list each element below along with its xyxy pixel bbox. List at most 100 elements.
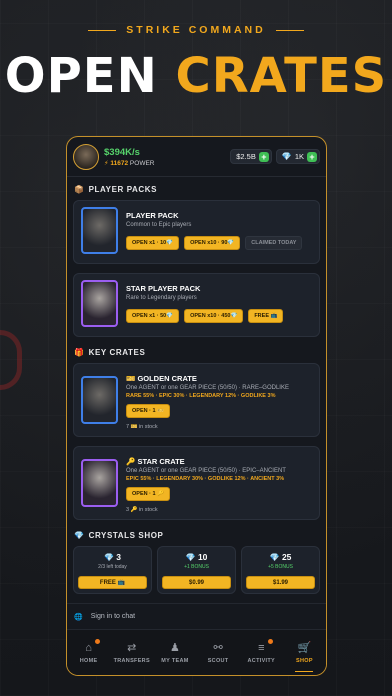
star-open-x10-button[interactable]: OPEN x10 · 450💎	[184, 309, 244, 323]
power-label: POWER	[129, 159, 155, 167]
star-pack-info: STAR PLAYER PACK Rare to Legendary playe…	[126, 280, 313, 330]
sign-in-chat-bar[interactable]: 🌐 Sign in to chat	[67, 603, 326, 629]
crystal-icon: 💎	[269, 553, 280, 562]
golden-crate-buttons: OPEN · 1 🎫	[126, 404, 313, 418]
ticket-icon: 🎫	[126, 374, 136, 383]
crystals-pill: 💎 1K +	[275, 149, 320, 164]
tab-activity[interactable]: ≡ ACTIVITY	[240, 630, 283, 675]
star-crate-buttons: OPEN · 1 🔑	[126, 487, 313, 501]
binoculars-icon: ⚯	[213, 641, 223, 654]
currency-group: $2.5B + 💎 1K +	[230, 149, 320, 164]
star-pack-desc: Rare to Legendary players	[126, 295, 197, 301]
promo-subtitle: STRIKE COMMAND	[0, 24, 392, 36]
subtitle-line-left	[88, 29, 117, 31]
open-x1-button[interactable]: OPEN x1 · 10💎	[126, 236, 180, 250]
star-crate-card: 🔑 STAR CRATE One AGENT or one GEAR PIECE…	[73, 446, 320, 520]
bottom-tab-bar: ⌂ HOME ⇄ TRANSFERS ♟ MY TEAM ⚯ SCOUT ≡ A…	[67, 629, 326, 675]
crystal-offer-bonus: +1 BONUS	[184, 564, 209, 570]
add-cash-button[interactable]: +	[258, 151, 269, 162]
crystals-shop-title: 💎 CRYSTALS SHOP	[74, 530, 164, 540]
tab-label: HOME	[79, 657, 98, 664]
crystal-icon: 💎	[281, 152, 292, 161]
crystal-offer-button[interactable]: $1.99	[246, 576, 315, 589]
cash-pill: $2.5B +	[230, 149, 272, 164]
crystal-offer-sub: 2/3 left today	[98, 564, 127, 570]
open-x10-button[interactable]: OPEN x10 · 90💎	[184, 236, 241, 250]
crystal-offer: 💎 3 2/3 left today FREE 📺	[73, 546, 152, 594]
headline-word-open: OPEN	[4, 48, 158, 104]
crystal-offer-amount: 💎 25	[269, 552, 292, 562]
golden-crate-stock: 7 🎫 in stock	[126, 424, 158, 430]
star-crate-title: 🔑 STAR CRATE	[126, 457, 185, 466]
star-pack-title: STAR PLAYER PACK	[126, 284, 201, 293]
open-star-crate-button[interactable]: OPEN · 1 🔑	[126, 487, 170, 501]
golden-crate-rates: RARE 55% · EPIC 30% · LEGENDARY 12% · GO…	[126, 393, 276, 399]
crystal-offer-bonus: +5 BONUS	[268, 564, 293, 570]
tab-scout[interactable]: ⚯ SCOUT	[197, 630, 240, 675]
package-icon: 📦	[74, 184, 85, 194]
star-pack-buttons: OPEN x1 · 50💎 OPEN x10 · 450💎 FREE 📺	[126, 309, 313, 323]
shop-content[interactable]: 📦 PLAYER PACKS PLAYER PACK Common to Epi…	[67, 177, 326, 629]
free-video-button[interactable]: FREE 📺	[248, 309, 284, 323]
star-crate-stock: 3 🔑 in stock	[126, 507, 158, 513]
phone-frame: $394K/s ⚡ 11672 POWER $2.5B + 💎 1K + 📦 P…	[66, 136, 327, 676]
crystal-offer: 💎 10 +1 BONUS $0.99	[157, 546, 236, 594]
crystal-icon: 💎	[185, 553, 196, 562]
golden-crate-thumbnail	[81, 376, 118, 424]
tab-label: MY TEAM	[161, 657, 189, 664]
tab-my-team[interactable]: ♟ MY TEAM	[153, 630, 196, 675]
avatar[interactable]	[73, 143, 99, 170]
tab-home[interactable]: ⌂ HOME	[67, 630, 110, 675]
tab-label: ACTIVITY	[247, 657, 275, 664]
player-packs-title: 📦 PLAYER PACKS	[74, 184, 158, 194]
claimed-today-badge: CLAIMED TODAY	[245, 236, 303, 250]
subtitle-text: STRIKE COMMAND	[126, 24, 266, 36]
cash-value: $2.5B	[236, 152, 256, 161]
notification-dot	[267, 639, 273, 644]
crystal-icon: 💎	[74, 530, 85, 540]
player-pack-info: PLAYER PACK Common to Epic players OPEN …	[126, 207, 313, 257]
star-player-pack-card: STAR PLAYER PACK Rare to Legendary playe…	[73, 273, 320, 337]
crystal-offer-amount: 💎 10	[185, 552, 208, 562]
player-pack-title: PLAYER PACK	[126, 211, 179, 220]
headline-word-crates: CRATES	[175, 48, 388, 104]
status-bar: $394K/s ⚡ 11672 POWER $2.5B + 💎 1K +	[67, 137, 326, 177]
crystal-offer-button[interactable]: $0.99	[162, 576, 231, 589]
cart-icon: 🛒	[297, 641, 312, 654]
income-block: $394K/s ⚡ 11672 POWER	[104, 147, 154, 167]
tab-label: SCOUT	[207, 657, 229, 664]
gift-icon: 🎁	[74, 347, 85, 357]
subtitle-line-right	[275, 29, 304, 31]
crystal-offer-button[interactable]: FREE 📺	[78, 576, 147, 589]
key-crates-title: 🎁 KEY CRATES	[74, 347, 146, 357]
star-crate-info: 🔑 STAR CRATE One AGENT or one GEAR PIECE…	[126, 453, 313, 513]
sign-in-label: Sign in to chat	[90, 613, 136, 620]
tab-label: SHOP	[296, 657, 313, 664]
player-pack-desc: Common to Epic players	[126, 222, 192, 228]
player-pack-buttons: OPEN x1 · 10💎 OPEN x10 · 90💎 CLAIMED TOD…	[126, 236, 313, 250]
activity-icon: ≡	[258, 641, 265, 654]
promo-header: STRIKE COMMAND OPEN CRATES	[0, 24, 392, 100]
golden-crate-desc: One AGENT or one GEAR PIECE (50/50) · RA…	[126, 385, 289, 391]
star-pack-thumbnail	[81, 280, 118, 327]
power-readout: ⚡ 11672 POWER	[104, 159, 154, 167]
power-value: 11672	[110, 159, 129, 167]
golden-crate-card: 🎫 GOLDEN CRATE One AGENT or one GEAR PIE…	[73, 363, 320, 437]
transfer-icon: ⇄	[127, 641, 137, 654]
add-crystals-button[interactable]: +	[307, 151, 317, 162]
crystal-offer: 💎 25 +5 BONUS $1.99	[241, 546, 320, 594]
golden-crate-info: 🎫 GOLDEN CRATE One AGENT or one GEAR PIE…	[126, 370, 313, 430]
notification-dot	[95, 639, 100, 644]
star-crate-rates: EPIC 55% · LEGENDARY 30% · GODLIKE 12% ·…	[126, 476, 285, 482]
star-crate-desc: One AGENT or one GEAR PIECE (50/50) · EP…	[126, 468, 286, 474]
tab-shop[interactable]: 🛒 SHOP	[283, 630, 326, 675]
lightning-icon: ⚡	[104, 159, 109, 167]
key-icon: 🔑	[126, 457, 136, 466]
income-rate: $394K/s	[104, 146, 140, 158]
star-open-x1-button[interactable]: OPEN x1 · 50💎	[126, 309, 180, 323]
crystal-offer-amount: 💎 3	[103, 552, 122, 562]
star-crate-thumbnail	[81, 459, 118, 507]
promo-headline: OPEN CRATES	[0, 52, 392, 100]
tab-transfers[interactable]: ⇄ TRANSFERS	[110, 630, 153, 675]
open-golden-crate-button[interactable]: OPEN · 1 🎫	[126, 404, 170, 418]
